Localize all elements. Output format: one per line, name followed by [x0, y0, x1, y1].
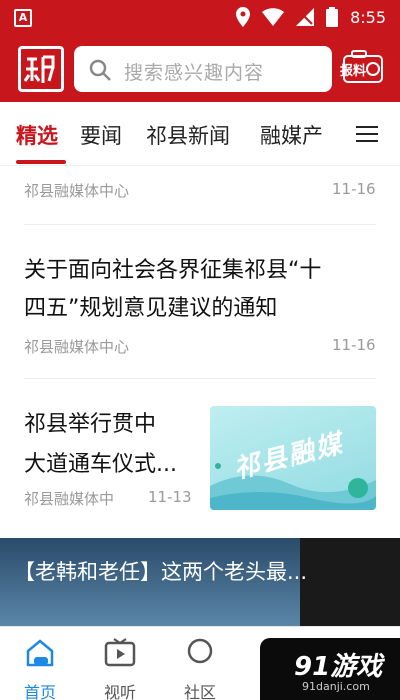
nav-community-label: 社区	[183, 683, 216, 700]
divider	[24, 378, 376, 379]
item-source: 祁县融媒体中心	[24, 338, 130, 356]
report-button[interactable]: 报料	[338, 48, 386, 88]
report-label: 报料	[340, 64, 367, 79]
clock: 8:55	[350, 7, 386, 27]
tab-headlines[interactable]: 要闻	[80, 120, 122, 150]
video-icon	[104, 638, 136, 667]
wifi-icon	[262, 8, 285, 26]
location-icon	[236, 7, 251, 27]
search-placeholder: 搜索感兴趣内容	[124, 62, 265, 84]
tab-county-news[interactable]: 祁县新闻	[146, 120, 230, 150]
overlay-watermark: 91游戏 91danji.com	[260, 638, 400, 700]
item-date: 11-16	[332, 180, 376, 198]
status-bar: A 8:55	[0, 0, 400, 36]
home-icon	[26, 639, 54, 667]
news-thumbnail[interactable]: 祁县融媒	[210, 406, 376, 510]
item-source: 祁县融媒体中	[24, 490, 115, 508]
nav-video[interactable]: 视听	[90, 635, 150, 700]
app-logo[interactable]	[18, 46, 64, 92]
news-title-line2: 四五”规划意见建议的通知	[24, 296, 278, 321]
menu-icon[interactable]	[356, 126, 378, 142]
divider	[24, 224, 376, 225]
overlay-url: 91danji.com	[302, 680, 370, 693]
active-tab-indicator	[16, 160, 66, 164]
banner-title: 【老韩和老任】这两个老头最...	[14, 560, 308, 584]
logo-mark-icon	[23, 55, 55, 83]
overlay-brand: 91游戏	[294, 652, 383, 682]
tab-media-products[interactable]: 融媒产	[260, 120, 323, 150]
signal-icon	[296, 8, 315, 26]
search-box[interactable]: 搜索感兴趣内容	[74, 46, 332, 92]
nav-video-label: 视听	[103, 683, 136, 700]
nav-community[interactable]: 社区	[170, 635, 230, 700]
video-banner[interactable]: 【老韩和老任】这两个老头最...	[0, 538, 400, 626]
nav-home-label: 首页	[23, 683, 56, 700]
community-icon	[187, 638, 213, 664]
news-title-line1: 祁县举行贯中	[24, 412, 157, 437]
app-header: 搜索感兴趣内容 报料	[0, 36, 400, 102]
item-date: 11-13	[148, 488, 192, 506]
tab-featured[interactable]: 精选	[16, 120, 58, 150]
status-icons: 8:55	[236, 7, 386, 27]
category-tabs: 精选 要闻 祁县新闻 融媒产	[0, 102, 400, 166]
news-title-line1: 关于面向社会各界征集祁县“十	[24, 258, 322, 283]
battery-icon	[326, 7, 339, 27]
news-title-line2: 大道通车仪式...	[24, 452, 177, 477]
search-icon	[89, 59, 111, 81]
nav-home[interactable]: 首页	[10, 635, 70, 700]
app-notification-icon: A	[14, 9, 32, 27]
item-date: 11-16	[332, 336, 376, 354]
item-source: 祁县融媒体中心	[24, 182, 130, 200]
